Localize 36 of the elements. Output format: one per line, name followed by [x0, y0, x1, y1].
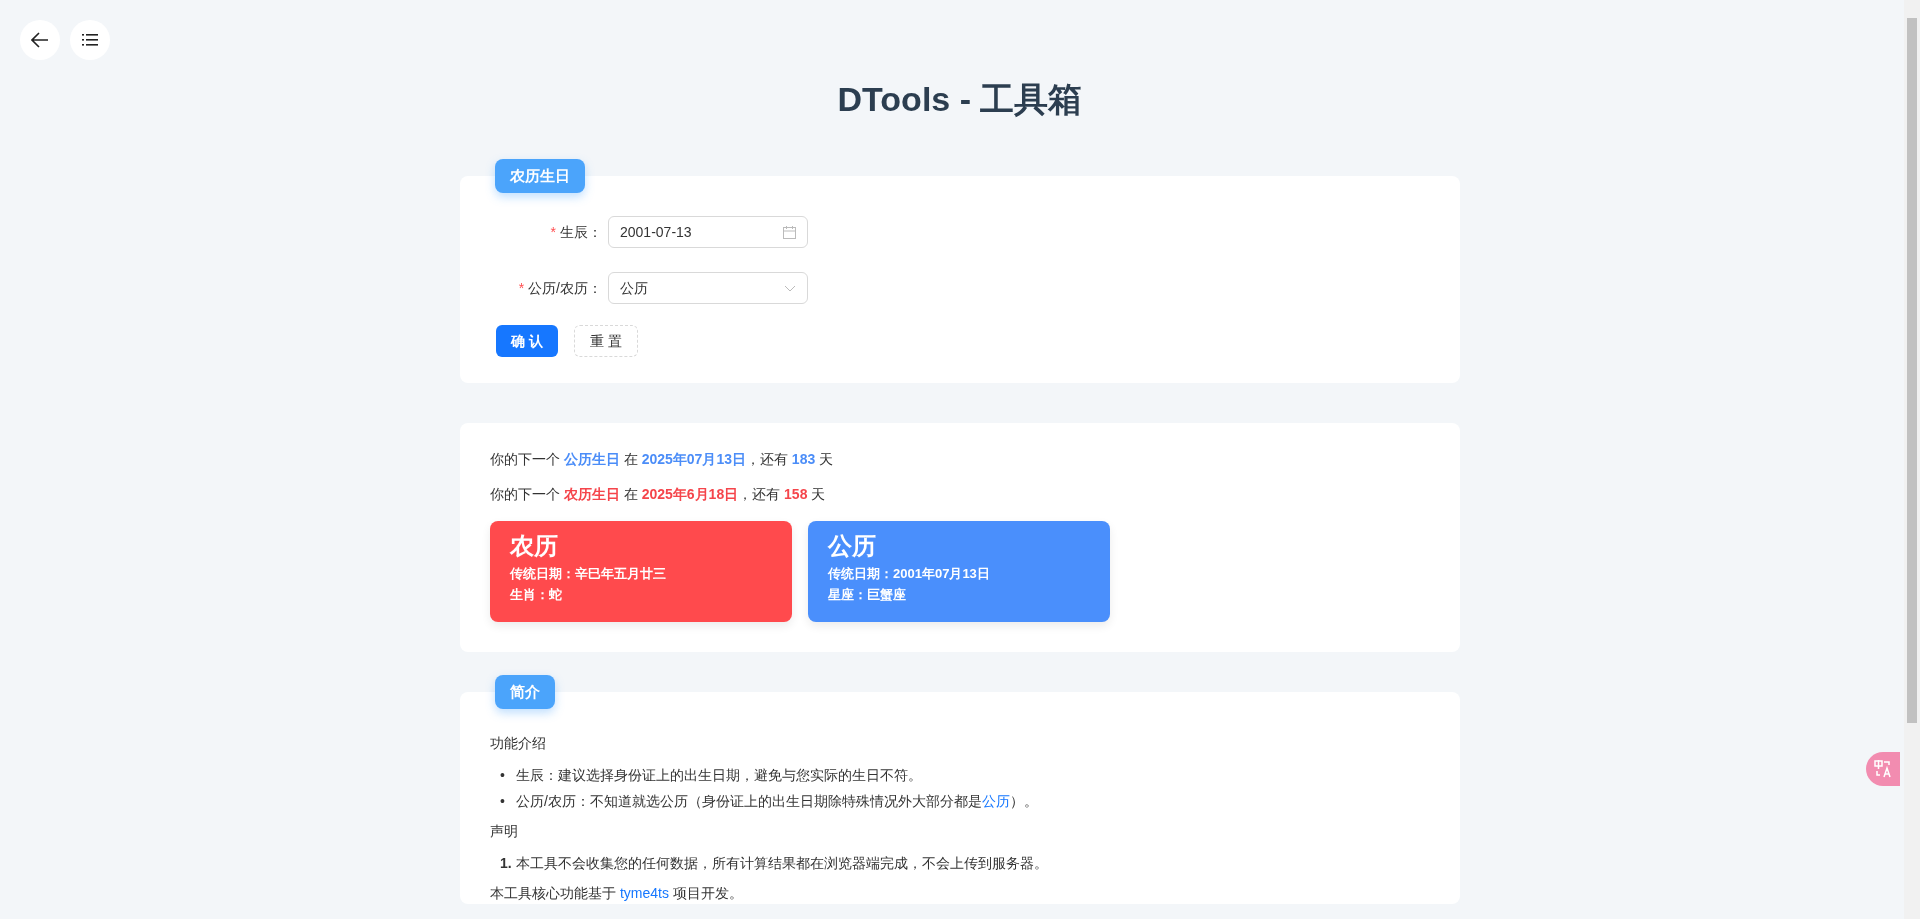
card-title: 公历 [828, 531, 877, 561]
required-asterisk: * [518, 278, 525, 298]
list-marker: • [500, 766, 506, 785]
date-field[interactable]: 2001-07-13 [608, 216, 808, 248]
list-icon [82, 34, 98, 46]
calendar-icon [783, 225, 796, 239]
field-label: 公历/农历： [528, 278, 602, 298]
list-item: 生辰：建议选择身份证上的出生日期，避免与您实际的生日不符。 [516, 766, 922, 785]
card-detail: 传统日期：辛巳年五月廿三 [510, 565, 667, 583]
section-heading: 功能介绍 [490, 734, 547, 753]
back-button[interactable] [20, 20, 60, 60]
list-marker: 1. [500, 854, 513, 873]
page-title: DTools - 工具箱 [836, 79, 1084, 120]
card-detail: 星座：巨蟹座 [828, 586, 907, 604]
section-badge: 简介 [495, 675, 555, 709]
section-heading: 声明 [490, 822, 519, 841]
list-item: 本工具不会收集您的任何数据，所有计算结果都在浏览器端完成，不会上传到服务器。 [516, 854, 1048, 873]
chevron-down-icon [784, 284, 796, 292]
scrollbar[interactable] [1904, 0, 1920, 919]
reset-button[interactable]: 重 置 [573, 325, 638, 357]
translate-icon [1874, 760, 1892, 778]
card-detail: 传统日期：2001年07月13日 [828, 565, 991, 583]
back-arrow-icon [31, 32, 49, 48]
result-sentence: 你的下一个 公历生日 在 2025年07月13日，还有 183 天 [490, 450, 835, 469]
result-sentence: 你的下一个 农历生日 在 2025年6月18日，还有 158 天 [490, 485, 827, 504]
card-detail: 生肖：蛇 [510, 586, 563, 604]
section-badge: 农历生日 [495, 159, 585, 193]
list-marker: • [500, 792, 506, 811]
confirm-button[interactable]: 确 认 [496, 325, 558, 357]
paragraph: 本工具核心功能基于 tyme4ts 项目开发。 [490, 884, 744, 903]
required-asterisk: * [550, 222, 556, 242]
list-item: 公历/农历：不知道就选公历（身份证上的出生日期除特殊情况外大部分都是公历）。 [516, 792, 1038, 811]
field-label: 生辰： [560, 222, 602, 242]
menu-button[interactable] [70, 20, 110, 60]
card-title: 农历 [510, 531, 559, 561]
select-field[interactable]: 公历 [608, 272, 808, 304]
